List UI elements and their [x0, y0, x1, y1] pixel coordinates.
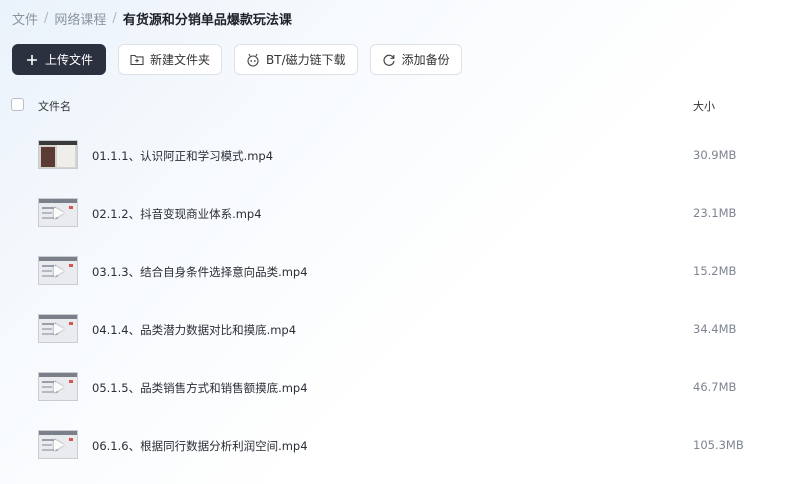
- add-backup-button[interactable]: 添加备份: [369, 44, 462, 75]
- breadcrumb-parent[interactable]: 网络课程: [54, 9, 106, 28]
- file-name[interactable]: 04.1.4、品类潜力数据对比和摸底.mp4: [92, 322, 296, 338]
- table-row[interactable]: 06.1.6、根据同行数据分析利润空间.mp4 105.3MB: [0, 430, 800, 478]
- folder-plus-icon: [130, 53, 144, 67]
- play-icon: [54, 207, 64, 219]
- add-backup-button-label: 添加备份: [401, 53, 450, 67]
- file-name[interactable]: 02.1.2、抖音变现商业体系.mp4: [92, 206, 262, 222]
- upload-button-label: 上传文件: [45, 53, 94, 67]
- new-folder-button-label: 新建文件夹: [150, 53, 211, 67]
- file-name[interactable]: 01.1.1、认识阿正和学习模式.mp4: [92, 148, 273, 164]
- file-name[interactable]: 05.1.5、品类销售方式和销售额摸底.mp4: [92, 380, 308, 396]
- table-row[interactable]: 04.1.4、品类潜力数据对比和摸底.mp4 34.4MB: [0, 314, 800, 362]
- breadcrumb-separator: /: [44, 11, 49, 26]
- file-size: 15.2MB: [693, 264, 737, 278]
- file-name[interactable]: 06.1.6、根据同行数据分析利润空间.mp4: [92, 438, 308, 454]
- magnet-icon: [246, 53, 260, 67]
- video-thumbnail: [38, 140, 78, 169]
- bt-download-button[interactable]: BT/磁力链下载: [234, 44, 358, 75]
- breadcrumb-current: 有货源和分销单品爆款玩法课: [122, 13, 292, 28]
- video-thumbnail: [38, 198, 78, 227]
- table-header: 文件名 大小: [0, 96, 800, 116]
- refresh-icon: [382, 53, 396, 67]
- file-name[interactable]: 03.1.3、结合自身条件选择意向品类.mp4: [92, 264, 308, 280]
- upload-button[interactable]: 上传文件: [12, 44, 107, 75]
- toolbar: 上传文件 新建文件夹 BT/磁力链下载 添加备份: [12, 44, 462, 75]
- table-row[interactable]: 03.1.3、结合自身条件选择意向品类.mp4 15.2MB: [0, 256, 800, 304]
- video-thumbnail: [38, 256, 78, 285]
- file-size: 105.3MB: [693, 438, 744, 452]
- video-thumbnail: [38, 372, 78, 401]
- breadcrumb-separator: /: [112, 11, 117, 26]
- new-folder-button[interactable]: 新建文件夹: [118, 44, 223, 75]
- breadcrumb-root[interactable]: 文件: [12, 9, 38, 28]
- plus-icon: [25, 53, 39, 67]
- file-size: 46.7MB: [693, 380, 737, 394]
- play-icon: [54, 439, 64, 451]
- column-header-size[interactable]: 大小: [693, 98, 715, 114]
- table-row[interactable]: 02.1.2、抖音变现商业体系.mp4 23.1MB: [0, 198, 800, 246]
- play-icon: [54, 265, 64, 277]
- play-icon: [54, 381, 64, 393]
- video-thumbnail: [38, 314, 78, 343]
- play-icon: [54, 323, 64, 335]
- file-size: 34.4MB: [693, 322, 737, 336]
- table-row[interactable]: 05.1.5、品类销售方式和销售额摸底.mp4 46.7MB: [0, 372, 800, 420]
- video-thumbnail: [38, 430, 78, 459]
- table-row[interactable]: 01.1.1、认识阿正和学习模式.mp4 30.9MB: [0, 140, 800, 188]
- bt-download-button-label: BT/磁力链下载: [266, 53, 346, 67]
- file-size: 30.9MB: [693, 148, 737, 162]
- breadcrumb: 文件 / 网络课程 / 有货源和分销单品爆款玩法课: [12, 9, 292, 28]
- file-size: 23.1MB: [693, 206, 737, 220]
- select-all-checkbox[interactable]: [11, 98, 24, 111]
- column-header-name[interactable]: 文件名: [38, 98, 71, 114]
